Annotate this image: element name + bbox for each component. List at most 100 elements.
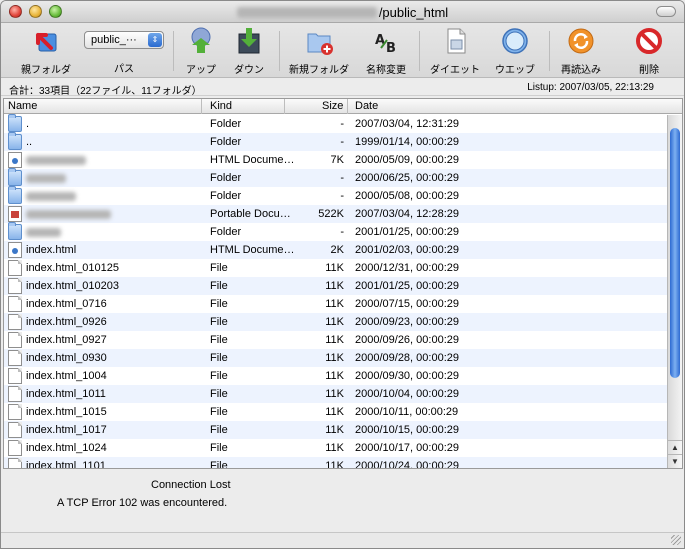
web-button[interactable]: ウエッブ: [485, 26, 545, 76]
file-icon: [8, 386, 22, 402]
file-icon: [8, 368, 22, 384]
new-folder-button[interactable]: 新規フォルダ: [289, 26, 349, 76]
file-size: -: [340, 190, 344, 202]
file-size: 11K: [325, 424, 344, 436]
file-name: index.html: [26, 244, 77, 256]
redacted-name: [26, 192, 76, 202]
table-row[interactable]: HTML Docume… 7K 2000/05/09, 00:00:29: [4, 151, 669, 169]
column-divider[interactable]: [201, 99, 202, 114]
file-icon: [8, 458, 22, 468]
table-row[interactable]: index.html_1017 File 11K 2000/10/15, 00:00:…: [4, 421, 669, 439]
column-header-kind[interactable]: Kind: [210, 100, 232, 112]
html-document-icon: [8, 242, 22, 258]
file-kind: HTML Docume…: [210, 154, 295, 166]
file-size: 522K: [318, 208, 344, 220]
status-area: Connection Lost A TCP Error 102 was enco…: [1, 471, 684, 533]
column-header-date[interactable]: Date: [355, 100, 378, 112]
table-row[interactable]: index.html_0926 File 11K 2000/09/23, 00:00:…: [4, 313, 669, 331]
redacted-name: [26, 174, 66, 184]
table-row[interactable]: index.html_1004 File 11K 2000/09/30, 00:00:…: [4, 367, 669, 385]
column-divider[interactable]: [347, 99, 348, 114]
file-size: 11K: [325, 352, 344, 364]
file-size: -: [340, 136, 344, 148]
file-date: 2000/06/25, 00:00:29: [355, 172, 459, 184]
file-size: -: [340, 226, 344, 238]
chevron-updown-icon: ⇕: [148, 33, 162, 47]
listup-timestamp: Listup: 2007/03/05, 22:13:29: [527, 82, 654, 93]
column-header-size[interactable]: Size: [322, 100, 343, 112]
file-icon: [8, 422, 22, 438]
file-kind: File: [210, 262, 228, 274]
file-kind: File: [210, 406, 228, 418]
file-size: 11K: [325, 262, 344, 274]
file-icon: [8, 260, 22, 276]
folder-icon: [8, 186, 22, 204]
table-row[interactable]: index.html_1011 File 11K 2000/10/04, 00:00:…: [4, 385, 669, 403]
table-row[interactable]: . Folder -2007/03/04, 12:31:29: [4, 114, 669, 133]
scroll-up-arrow-icon[interactable]: ▲: [668, 440, 682, 454]
column-divider[interactable]: [284, 99, 285, 114]
table-row[interactable]: Folder -2001/01/25, 00:00:29: [4, 222, 669, 241]
toolbar-separator: [419, 31, 420, 71]
file-date: 2007/03/04, 12:31:29: [355, 118, 459, 130]
path-control: public_··· ⇕ パス: [84, 31, 164, 75]
resize-grip-icon[interactable]: [671, 535, 681, 545]
file-list: Name Kind Size Date . Folder -2007/03/04, …: [3, 98, 683, 469]
table-row[interactable]: Folder -2000/05/08, 00:00:29: [4, 186, 669, 205]
parent-folder-button[interactable]: 親フォルダ: [16, 26, 76, 76]
table-row[interactable]: .. Folder -1999/01/14, 00:00:29: [4, 132, 669, 151]
table-row[interactable]: index.html_010203 File 11K 2001/01/25, 00:0…: [4, 277, 669, 295]
table-row[interactable]: index.html_010125 File 11K 2000/12/31, 00:0…: [4, 259, 669, 277]
vertical-scrollbar[interactable]: ▲ ▼: [667, 115, 682, 468]
file-date: 2000/10/15, 00:00:29: [355, 424, 459, 436]
file-kind: Portable Docu…: [210, 208, 291, 220]
scrollbar-thumb[interactable]: [670, 128, 680, 378]
table-row[interactable]: index.html HTML Docume… 2K 2001/02/03, 00:0…: [4, 241, 669, 259]
delete-button[interactable]: 削除: [619, 26, 679, 76]
file-name: index.html_0927: [26, 334, 107, 346]
table-row[interactable]: index.html_0930 File 11K 2000/09/28, 00:00:…: [4, 349, 669, 367]
table-row[interactable]: Folder -2000/06/25, 00:00:29: [4, 168, 669, 187]
file-name: index.html_010125: [26, 262, 119, 274]
file-kind: File: [210, 370, 228, 382]
ftp-window: /public_html 親フォルダ public_··· ⇕ パス アップ ダ…: [0, 0, 685, 549]
file-size: 11K: [325, 298, 344, 310]
delete-icon: [634, 26, 664, 56]
file-name-redacted: [26, 154, 86, 166]
table-row[interactable]: index.html_0716 File 11K 2000/07/15, 00:00:…: [4, 295, 669, 313]
web-icon: [500, 26, 530, 56]
diet-button[interactable]: ダイエット: [425, 26, 485, 76]
file-name: index.html_1101: [26, 460, 106, 469]
file-icon: [8, 314, 22, 330]
file-name: index.html_1017: [26, 424, 107, 436]
rename-label: 名称変更: [366, 65, 406, 76]
table-row[interactable]: index.html_0927 File 11K 2000/09/26, 00:00:…: [4, 331, 669, 349]
toolbar-toggle-button[interactable]: [656, 6, 676, 17]
file-rows: . Folder -2007/03/04, 12:31:29 .. Folder -19…: [4, 114, 669, 469]
file-kind: File: [210, 334, 228, 346]
rename-button[interactable]: A B 名称変更: [356, 26, 416, 76]
table-row[interactable]: index.html_1015 File 11K 2000/10/11, 00:00:…: [4, 403, 669, 421]
parent-folder-icon: [31, 26, 61, 56]
column-header-name[interactable]: Name: [8, 100, 37, 112]
table-row[interactable]: Portable Docu… 522K 2007/03/04, 12:28:29: [4, 205, 669, 223]
table-row[interactable]: index.html_1101 File 11K 2000/10/24, 00:00:…: [4, 457, 669, 469]
file-size: 7K: [330, 154, 344, 166]
table-row[interactable]: index.html_1024 File 11K 2000/10/17, 00:00:…: [4, 439, 669, 457]
file-kind: File: [210, 298, 228, 310]
reload-button[interactable]: 再読込み: [551, 26, 611, 76]
file-kind: File: [210, 388, 228, 400]
file-icon: [8, 404, 22, 420]
file-date: 2000/10/04, 00:00:29: [355, 388, 459, 400]
path-select[interactable]: public_··· ⇕: [84, 31, 164, 49]
scroll-down-arrow-icon[interactable]: ▼: [668, 454, 682, 468]
file-name: index.html_0930: [26, 352, 107, 364]
file-kind: Folder: [210, 136, 242, 148]
file-size: 11K: [325, 406, 344, 418]
web-label: ウエッブ: [495, 65, 535, 76]
rename-icon: A B: [371, 26, 401, 56]
pdf-document-icon: [8, 206, 22, 222]
download-button[interactable]: ダウン: [219, 26, 279, 76]
file-kind: File: [210, 316, 228, 328]
file-name: index.html_1011: [26, 388, 106, 400]
